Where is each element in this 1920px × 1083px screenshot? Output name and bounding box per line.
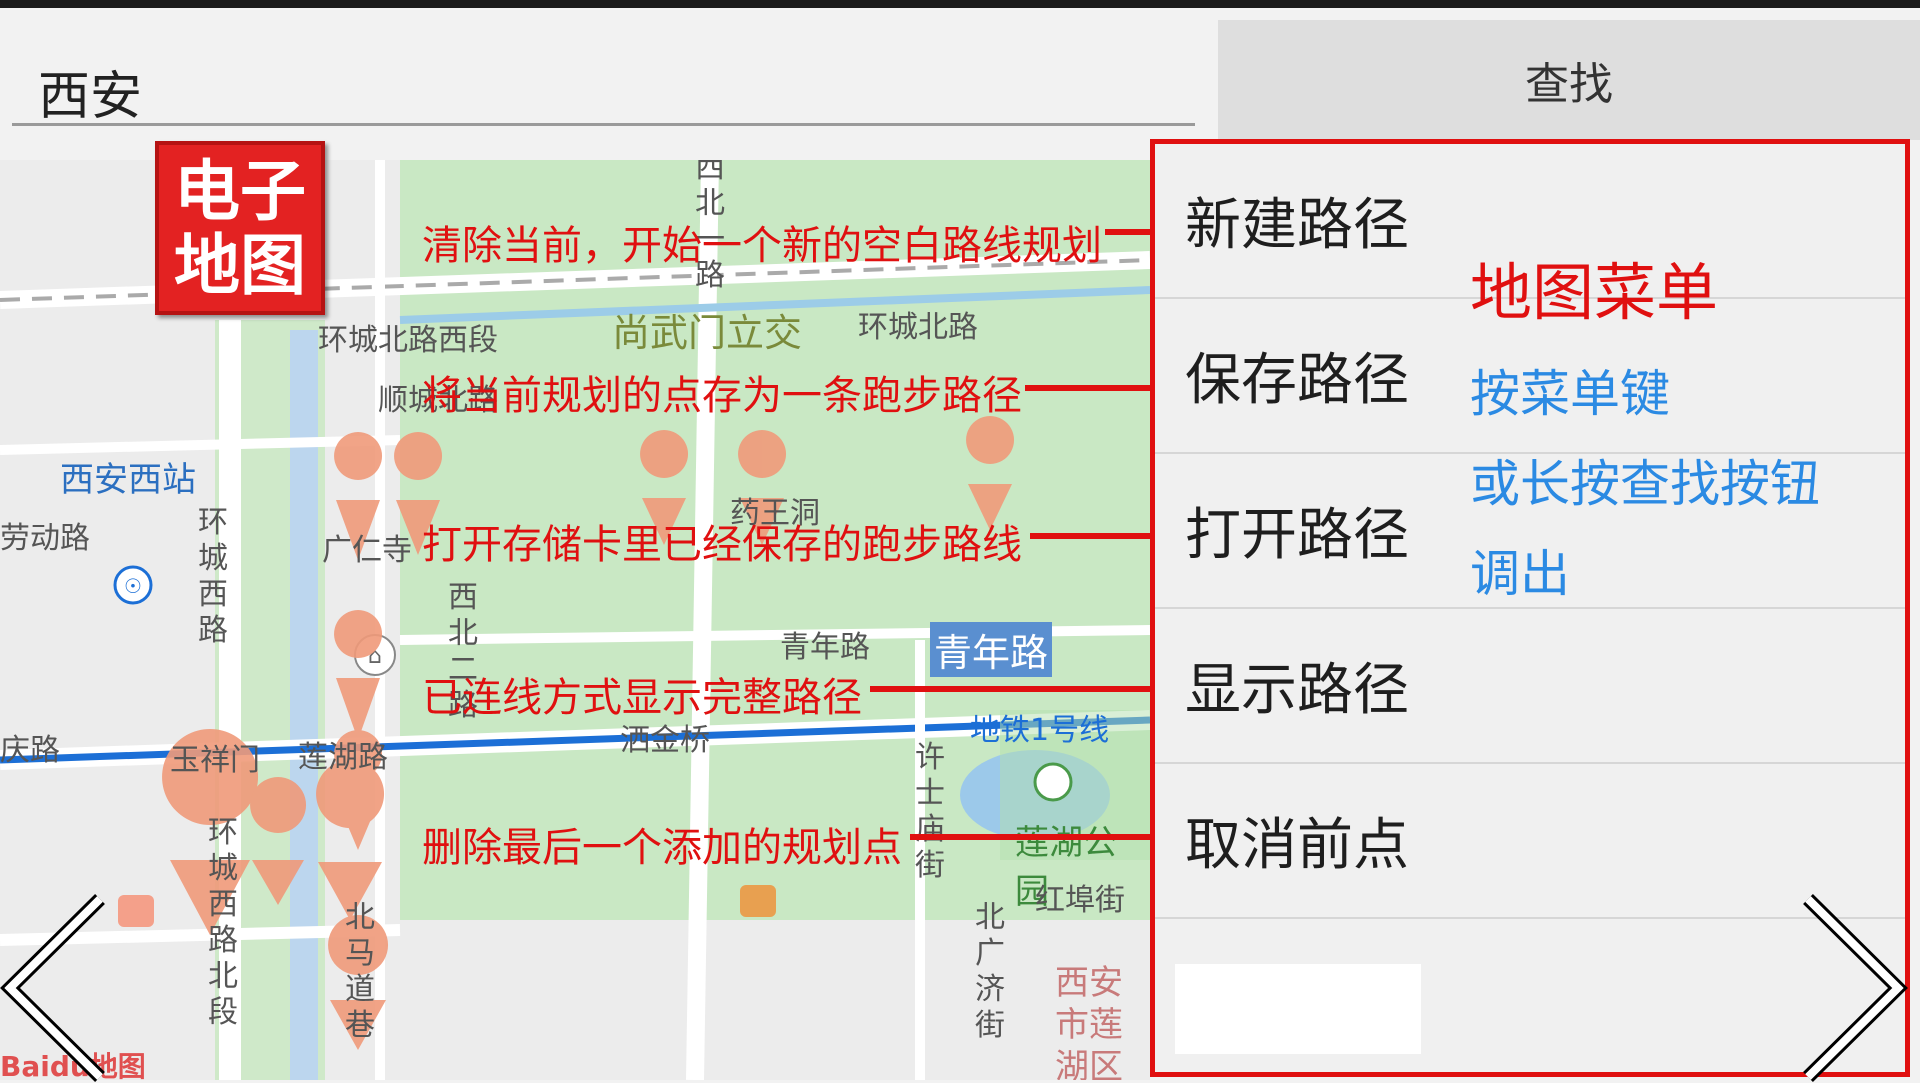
menu-hint-line1: 按菜单键 <box>1470 365 1670 423</box>
map-label-road8: 西安市莲湖区 <box>1055 963 1123 1080</box>
map-label-road10: 庆路 <box>0 733 60 768</box>
previous-arrow-icon[interactable] <box>0 893 110 1083</box>
map-label-road12: 莲湖路 <box>298 740 388 775</box>
logo-line2: 地图 <box>174 227 306 304</box>
map-label-road6: 尚武门立交 <box>612 311 803 355</box>
map-label-road16: 北广济街 <box>975 900 1005 1043</box>
map-pin-cluster <box>316 760 385 920</box>
map-label-road2: 青年路 <box>780 630 870 665</box>
next-arrow-icon[interactable] <box>1798 893 1908 1083</box>
map-label-subway: 地铁1号线 <box>970 713 1110 748</box>
annotation-leader <box>1025 385 1153 391</box>
map-label-road4: 红埠街 <box>1035 883 1125 918</box>
annotation-leader <box>1030 533 1153 539</box>
map-label-road1: 环城北路西段 <box>318 323 498 358</box>
search-underline <box>12 123 1195 126</box>
menu-item-undo-point[interactable]: 取消前点 <box>1155 764 1905 919</box>
map-label-road13: 玉祥门 <box>170 743 260 778</box>
annotation-show-route: 已连线方式显示完整路径 <box>422 675 862 721</box>
menu-item-show-route[interactable]: 显示路径 <box>1155 609 1905 764</box>
svg-text:☉: ☉ <box>124 574 142 598</box>
find-button[interactable]: 查找 <box>1218 20 1920 140</box>
annotation-save-route: 将当前规划的点存为一条跑步路径 <box>422 373 1022 419</box>
map-label-road20: 环城西路北段 <box>208 815 238 1030</box>
search-field[interactable]: 西安 <box>12 30 1195 129</box>
logo-line1: 电子 <box>174 153 306 230</box>
map-label-road2-highlight: 青年路 <box>930 622 1053 677</box>
map-label-road5: 环城北路 <box>858 310 978 345</box>
map-menu-panel: 新建路径 保存路径 打开路径 显示路径 取消前点 地图菜单 按菜单键 或长按查找… <box>1150 139 1910 1077</box>
map-label-road21: 劳动路 <box>0 521 90 556</box>
annotation-leader <box>870 686 1153 692</box>
map-label-road7: 北马道巷 <box>345 900 375 1043</box>
menu-hint-line3: 调出 <box>1470 545 1570 603</box>
status-bar <box>0 0 1920 8</box>
subway-station-icon-2 <box>740 885 776 917</box>
search-input-value[interactable]: 西安 <box>38 54 142 129</box>
subway-station-icon <box>118 895 154 927</box>
menu-hint-line2: 或长按查找按钮 <box>1470 455 1820 513</box>
map-label-road11: 广仁寺 <box>322 533 412 568</box>
menu-blank-area <box>1175 964 1421 1054</box>
annotation-undo-point: 删除最后一个添加的规划点 <box>422 825 902 871</box>
menu-title: 地图菜单 <box>1470 256 1719 329</box>
annotation-open-route: 打开存储卡里已经保存的跑步路线 <box>422 522 1022 568</box>
map-label-road15: 许士庙街 <box>915 740 945 883</box>
electronic-map-logo: 电子 地图 <box>155 141 325 315</box>
map-label-station: 西安西站 <box>60 460 196 500</box>
annotation-leader <box>910 834 1153 840</box>
annotation-leader <box>1105 229 1153 235</box>
park-icon <box>1033 762 1073 802</box>
annotation-new-route: 清除当前，开始一个新的空白路线规划 <box>422 223 1102 269</box>
map-label-road19: 环城西路 <box>198 505 228 648</box>
